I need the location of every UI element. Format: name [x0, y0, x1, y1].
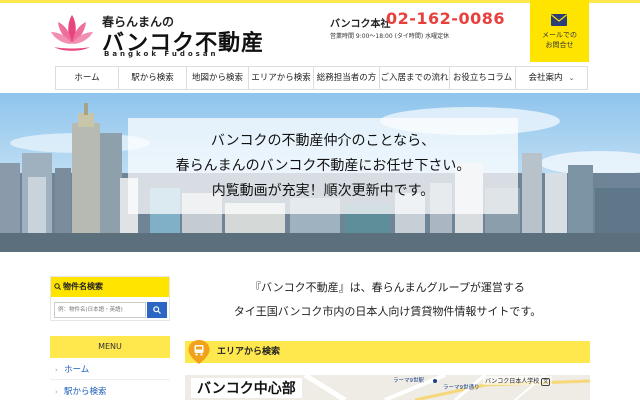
map-road-label: ラーマ9世通り — [443, 385, 480, 391]
area-map[interactable]: バンコク中心部 ラーマ9世駅 ラーマ9世通り バンコク日本人学校 文 — [185, 375, 590, 400]
chevron-right-icon: › — [55, 366, 58, 374]
nav-item-area-search[interactable]: エリアから検索 — [249, 67, 314, 89]
phone-number[interactable]: 02-162-0086 — [386, 9, 505, 28]
envelope-icon — [551, 14, 567, 26]
site-header: 春らんまんの バンコク不動産 Bangkok Fudosan バンコク本社 02… — [0, 0, 640, 63]
property-name-input[interactable] — [54, 302, 146, 318]
map-title: バンコク中心部 — [191, 378, 302, 398]
business-hours: 営業時間 9:00～18:00 (タイ時間) 水曜定休 — [330, 33, 450, 40]
property-search-button[interactable] — [147, 302, 167, 318]
hero-banner: バンコクの不動産仲介のことなら、 春らんまんのバンコク不動産にお任せ下さい。 内… — [0, 93, 640, 252]
map-station-label[interactable]: ラーマ9世駅 — [393, 376, 424, 384]
chevron-down-icon: ⌄ — [568, 74, 575, 82]
mail-contact-button[interactable]: メールでの お問合せ — [530, 0, 589, 62]
property-search-header: 物件名検索 — [51, 277, 169, 297]
hero-line-3: 内覧動画が充実！順次更新中です。 — [211, 183, 435, 199]
search-icon — [54, 283, 61, 290]
sidebar-item-home[interactable]: › ホーム — [50, 360, 170, 380]
nav-item-corporate[interactable]: 総務担当者の方 — [314, 67, 380, 89]
area-search-title: エリアから検索 — [217, 347, 281, 357]
nav-item-home[interactable]: ホーム — [55, 67, 119, 89]
school-icon: 文 — [541, 378, 551, 386]
sidebar-item-label: 駅から検索 — [64, 387, 107, 397]
nav-item-map-search[interactable]: 地図から検索 — [187, 67, 249, 89]
chevron-right-icon: › — [55, 388, 58, 396]
search-icon — [153, 306, 161, 314]
intro-line-1: 『バンコク不動産』は、春らんまんグループが運営する — [250, 281, 525, 294]
map-school-name: バンコク日本人学校 — [485, 378, 540, 385]
nav-item-station-search[interactable]: 駅から検索 — [119, 67, 187, 89]
map-pin-icon — [188, 340, 210, 364]
nav-item-column[interactable]: お役立ちコラム — [450, 67, 516, 89]
hero-line-1: バンコクの不動産仲介のことなら、 — [210, 133, 436, 149]
hero-line-2: 春らんまんのバンコク不動産にお任せ下さい。 — [175, 158, 471, 174]
office-label: バンコク本社 — [330, 19, 391, 30]
logo-english: Bangkok Fudosan — [104, 50, 219, 58]
nav-item-company[interactable]: 会社案内 ⌄ — [516, 67, 588, 89]
site-intro: 『バンコク不動産』は、春らんまんグループが運営する タイ王国バンコク市内の日本人… — [185, 276, 590, 324]
mail-label-line1: メールでの — [542, 31, 577, 39]
sidebar-item-label: ホーム — [64, 365, 90, 375]
mail-contact-label: メールでの お問合せ — [530, 30, 589, 50]
area-search-header: エリアから検索 — [185, 340, 590, 364]
hero-message-box: バンコクの不動産仲介のことなら、 春らんまんのバンコク不動産にお任せ下さい。 内… — [128, 118, 518, 214]
mail-label-line2: お問合せ — [545, 41, 574, 49]
map-school-label[interactable]: バンコク日本人学校 文 — [483, 376, 553, 386]
global-nav: ホーム 駅から検索 地図から検索 エリアから検索 総務担当者の方 ご入居までの流… — [55, 66, 588, 90]
intro-line-2: タイ王国バンコク市内の日本人向け賃貸物件情報サイトです。 — [233, 305, 542, 318]
property-search-title: 物件名検索 — [63, 282, 103, 291]
sidebar-item-station-search[interactable]: › 駅から検索 — [50, 382, 170, 400]
lotus-logo-icon — [51, 15, 93, 51]
contact-info: バンコク本社 02-162-0086 営業時間 9:00～18:00 (タイ時間… — [330, 9, 520, 49]
property-name-search: 物件名検索 — [50, 276, 170, 321]
nav-company-label: 会社案内 — [528, 73, 563, 83]
site-logo[interactable]: 春らんまんの バンコク不動産 Bangkok Fudosan — [48, 11, 263, 58]
sidebar-menu-header: MENU — [50, 336, 170, 358]
nav-item-move-in-flow[interactable]: ご入居までの流れ — [380, 67, 450, 89]
